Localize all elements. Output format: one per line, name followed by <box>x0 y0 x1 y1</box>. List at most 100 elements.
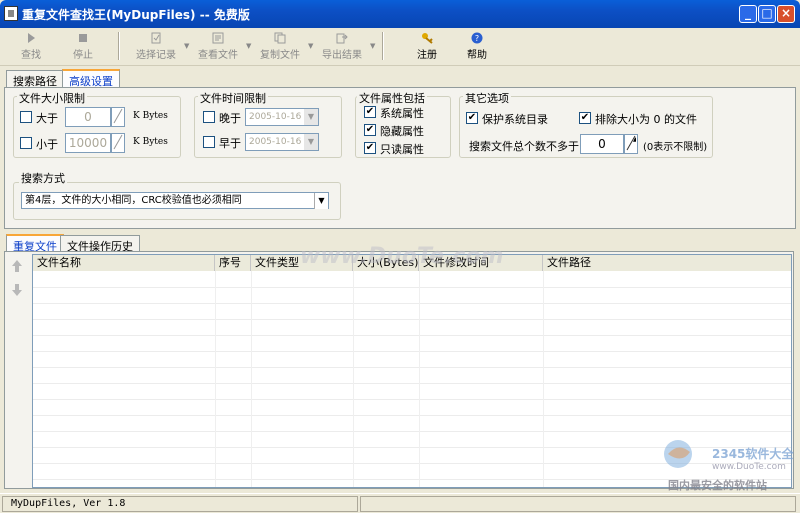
readonly-attr-label: 只读属性 <box>380 143 424 156</box>
watermark-slogan: 国内最安全的软件站 <box>668 479 767 492</box>
less-size-spinner[interactable] <box>111 133 125 153</box>
table-gridline <box>33 399 791 400</box>
export-result-button[interactable]: 导出结果 <box>316 30 368 64</box>
help-icon: ? <box>471 32 483 44</box>
greater-unit: K Bytes <box>133 111 168 121</box>
center-watermark: www.DuoTe.com <box>300 244 504 269</box>
view-file-button[interactable]: 查看文件 <box>192 30 244 64</box>
window-title: 重复文件查找王(MyDupFiles) -- 免费版 <box>22 8 250 22</box>
help-button[interactable]: ? 帮助 <box>460 30 494 64</box>
hidden-attr-checkbox[interactable]: ✔ <box>364 124 376 136</box>
search-mode-title: 搜索方式 <box>19 170 67 186</box>
toolbar-separator <box>118 32 120 60</box>
system-attr-label: 系统属性 <box>380 107 424 120</box>
move-up-button[interactable] <box>9 258 25 274</box>
other-options-title: 其它选项 <box>463 90 511 106</box>
tab-dup-files[interactable]: 重复文件 <box>6 234 64 253</box>
search-mode-select[interactable]: 第4层，文件的大小相同，CRC校验值也必须相同 ▼ <box>21 192 329 209</box>
arrow-down-icon <box>12 284 22 296</box>
close-button[interactable]: × <box>777 5 795 23</box>
tab-search-path[interactable]: 搜索路径 <box>6 70 64 88</box>
max-count-hint: (0表示不限制) <box>643 142 708 153</box>
checklist-icon <box>151 32 161 44</box>
table-column-line <box>251 271 252 487</box>
svg-text:▲: ▲ <box>633 136 636 143</box>
chevron-down-icon[interactable]: ▼ <box>314 193 328 209</box>
export-result-dropdown-icon[interactable]: ▼ <box>370 42 375 50</box>
less-size-input[interactable]: 10000 <box>65 133 111 153</box>
protect-system-checkbox[interactable]: ✔ <box>466 112 478 124</box>
exclude-zero-checkbox[interactable]: ✔ <box>579 112 591 124</box>
table-gridline <box>33 415 791 416</box>
toolbar: 查找 停止 选择记录 ▼ 查看文件 ▼ 复制文件 ▼ 导出结果 ▼ 注册 ? 帮… <box>0 28 800 66</box>
stop-button-label: 停止 <box>73 50 93 61</box>
copy-file-label: 复制文件 <box>260 50 300 61</box>
select-record-dropdown-icon[interactable]: ▼ <box>184 42 189 50</box>
column-header-index[interactable]: 序号 <box>215 255 251 271</box>
later-date-picker[interactable]: 2005-10-16 ▼ <box>245 108 319 126</box>
tab-advanced[interactable]: 高级设置 <box>62 69 120 88</box>
time-limit-title: 文件时间限制 <box>198 90 268 106</box>
protect-system-label: 保护系统目录 <box>482 113 548 126</box>
table-gridline <box>33 335 791 336</box>
hidden-attr-label: 隐藏属性 <box>380 125 424 138</box>
max-count-input[interactable]: 0 <box>580 134 624 154</box>
watermark-brand: 2345软件大全 <box>712 447 794 461</box>
export-result-label: 导出结果 <box>322 50 362 61</box>
app-icon <box>4 6 18 21</box>
select-record-label: 选择记录 <box>136 50 176 61</box>
minimize-button[interactable]: _ <box>739 5 757 23</box>
status-version: MyDupFiles, Ver 1.8 <box>2 496 358 512</box>
greater-size-input[interactable]: 0 <box>65 107 111 127</box>
less-label: 小于 <box>36 138 58 151</box>
stop-button[interactable]: 停止 <box>66 30 100 64</box>
view-file-label: 查看文件 <box>198 50 238 61</box>
chevron-down-icon[interactable]: ▼ <box>304 134 318 150</box>
earlier-label: 早于 <box>219 137 241 150</box>
later-checkbox[interactable] <box>203 111 215 123</box>
exclude-zero-label: 排除大小为 0 的文件 <box>595 113 697 126</box>
table-gridline <box>33 431 791 432</box>
stop-icon <box>79 34 87 42</box>
table-gridline <box>33 319 791 320</box>
attributes-title: 文件属性包括 <box>357 90 427 106</box>
earlier-checkbox[interactable] <box>203 136 215 148</box>
chevron-down-icon[interactable]: ▼ <box>304 109 318 125</box>
copy-file-button[interactable]: 复制文件 <box>254 30 306 64</box>
later-label: 晚于 <box>219 112 241 125</box>
table-column-line <box>543 271 544 487</box>
watermark-logo <box>658 436 712 472</box>
search-button[interactable]: 查找 <box>14 30 48 64</box>
toolbar-separator <box>382 32 384 60</box>
readonly-attr-checkbox[interactable]: ✔ <box>364 142 376 154</box>
table-gridline <box>33 351 791 352</box>
play-icon <box>28 33 35 43</box>
column-header-path[interactable]: 文件路径 <box>543 255 791 271</box>
max-count-label: 搜索文件总个数不多于： <box>469 140 590 153</box>
table-column-line <box>215 271 216 487</box>
column-header-name[interactable]: 文件名称 <box>33 255 215 271</box>
greater-size-spinner[interactable] <box>111 107 125 127</box>
export-icon <box>336 33 348 44</box>
copy-file-dropdown-icon[interactable]: ▼ <box>308 42 313 50</box>
register-button[interactable]: 注册 <box>410 30 444 64</box>
earlier-date-picker[interactable]: 2005-10-16 ▼ <box>245 133 319 151</box>
max-count-spinner[interactable]: ▲ <box>624 134 638 154</box>
later-date-value: 2005-10-16 <box>249 112 302 122</box>
view-file-dropdown-icon[interactable]: ▼ <box>246 42 251 50</box>
less-checkbox[interactable] <box>20 137 32 149</box>
table-gridline <box>33 383 791 384</box>
size-limit-title: 文件大小限制 <box>17 90 87 106</box>
select-record-button[interactable]: 选择记录 <box>130 30 182 64</box>
maximize-button[interactable]: □ <box>758 5 776 23</box>
system-attr-checkbox[interactable]: ✔ <box>364 106 376 118</box>
svg-text:?: ? <box>475 34 479 43</box>
move-down-button[interactable] <box>9 282 25 298</box>
arrow-up-icon <box>12 260 22 272</box>
table-column-line <box>419 271 420 487</box>
greater-label: 大于 <box>36 112 58 125</box>
advanced-settings-panel: 文件大小限制 大于 0 K Bytes 小于 10000 K Bytes 文件时… <box>4 87 796 229</box>
copy-icon <box>274 32 286 44</box>
help-label: 帮助 <box>467 50 487 61</box>
greater-checkbox[interactable] <box>20 111 32 123</box>
